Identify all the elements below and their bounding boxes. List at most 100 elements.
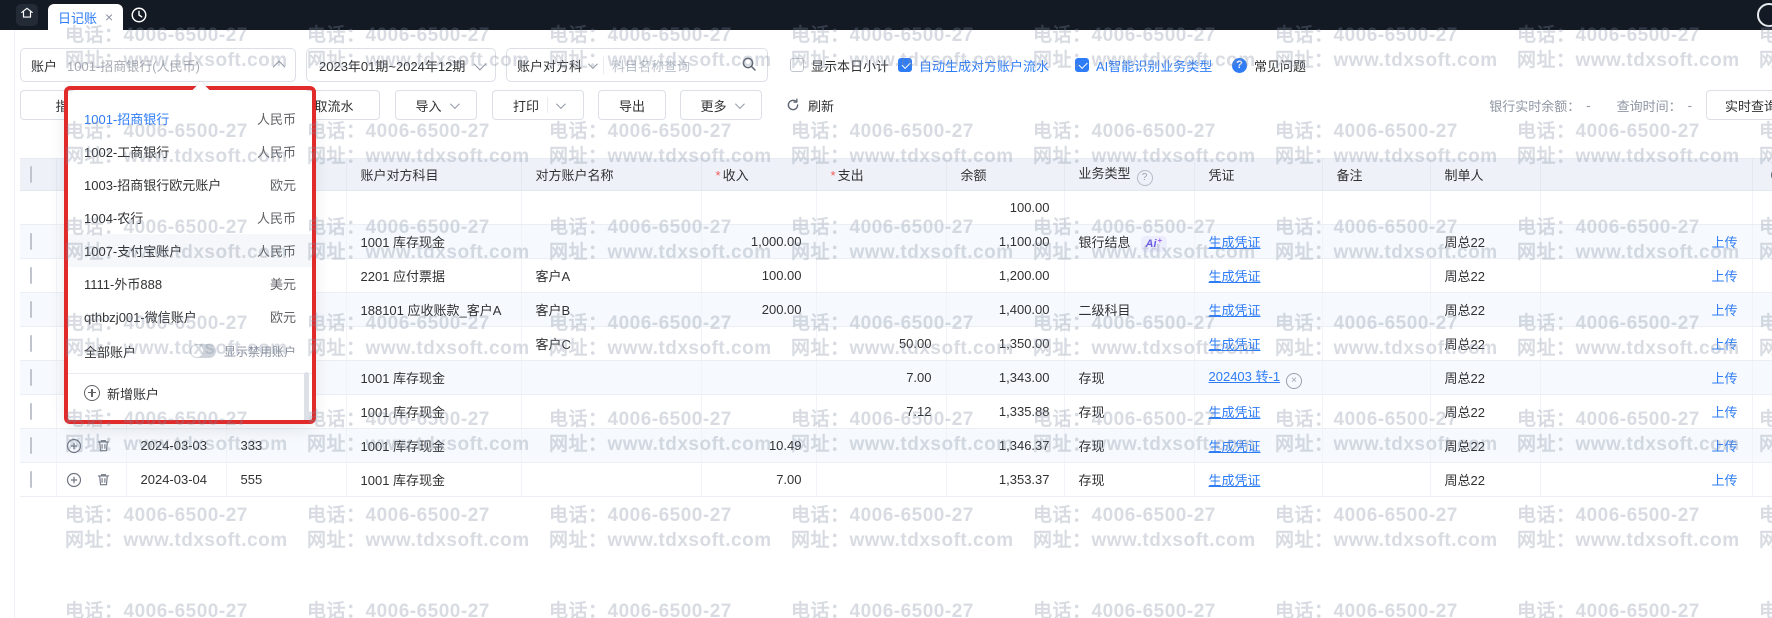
cell-upload: 上传 xyxy=(1540,361,1752,395)
checkbox-ai-type[interactable]: AI智能识别业务类型 xyxy=(1075,48,1212,82)
account-option-4[interactable]: 1007-支付宝账户人民币 xyxy=(68,234,312,267)
generate-voucher-link[interactable]: 生成凭证 xyxy=(1209,405,1261,420)
watermark-phone: 电话：4006-6500-27 xyxy=(791,500,974,527)
cell-subject: 1001 库存现金 xyxy=(346,361,521,395)
realtime-query-button[interactable]: 实时查询 xyxy=(1706,90,1772,120)
row-checkbox[interactable] xyxy=(30,369,32,386)
cell-maker: 周总22 xyxy=(1430,463,1540,497)
all-accounts-row[interactable]: 全部账户 显示禁用账户 xyxy=(68,333,312,369)
cell-counterparty xyxy=(521,429,701,463)
account-option-1[interactable]: 1002-工商银行人民币 xyxy=(68,135,312,168)
business-type-value: 存现 xyxy=(1079,473,1105,488)
required-asterisk: * xyxy=(831,168,836,183)
upload-attachment-link[interactable]: 上传 xyxy=(1711,269,1737,284)
remove-voucher-icon[interactable]: × xyxy=(1286,373,1302,389)
faq-link[interactable]: ? 常见问题 xyxy=(1232,48,1306,82)
chevron-down-icon[interactable] xyxy=(556,99,566,109)
search-icon[interactable] xyxy=(741,56,757,75)
search-field-select[interactable]: 账户对方科 xyxy=(517,56,582,75)
cell-remark xyxy=(1322,327,1430,361)
cell-biztype: 存现 xyxy=(1064,463,1194,497)
business-type-value: 二级科目 xyxy=(1079,303,1131,318)
upload-attachment-link[interactable]: 上传 xyxy=(1711,405,1737,420)
cell-upload: 上传 xyxy=(1540,293,1752,327)
cell-check xyxy=(20,429,56,463)
cell-maker: 周总22 xyxy=(1430,259,1540,293)
home-button[interactable] xyxy=(16,4,38,26)
cell-upload: 上传 xyxy=(1540,327,1752,361)
cell-check xyxy=(20,191,56,225)
generate-voucher-link[interactable]: 生成凭证 xyxy=(1209,337,1261,352)
watermark-phone: 电话：4006-6500-27 xyxy=(1033,596,1216,618)
cell-upload: 上传 xyxy=(1540,463,1752,497)
cell-gear xyxy=(1752,191,1772,225)
upload-attachment-link[interactable]: 上传 xyxy=(1711,371,1737,386)
account-option-2[interactable]: 1003-招商银行欧元账户欧元 xyxy=(68,168,312,201)
show-disabled-toggle[interactable] xyxy=(190,344,216,358)
row-checkbox[interactable] xyxy=(30,335,32,352)
cell-expense: 50.00 xyxy=(816,327,946,361)
dropdown-scrollbar[interactable] xyxy=(304,372,309,424)
account-option-5[interactable]: 1111-外币888美元 xyxy=(68,267,312,300)
tab-journal[interactable]: 日记账 × xyxy=(48,4,123,30)
watermark-phone: 电话：4006-6500-27 xyxy=(65,596,248,618)
row-checkbox[interactable] xyxy=(30,267,32,284)
help-circle-icon[interactable]: ? xyxy=(1137,170,1153,186)
export-button[interactable]: 导出 xyxy=(598,90,666,120)
generate-voucher-link[interactable]: 生成凭证 xyxy=(1209,439,1261,454)
account-option-6[interactable]: qthbzj001-微信账户欧元 xyxy=(68,300,312,333)
row-checkbox[interactable] xyxy=(30,403,32,420)
print-button[interactable]: 打印 xyxy=(492,90,584,120)
upload-attachment-link[interactable]: 上传 xyxy=(1711,337,1737,352)
account-option-3[interactable]: 1004-农行人民币 xyxy=(68,201,312,234)
generate-voucher-link[interactable]: 生成凭证 xyxy=(1209,269,1261,284)
checkbox-icon[interactable] xyxy=(790,58,804,72)
row-checkbox[interactable] xyxy=(30,233,32,250)
upload-attachment-link[interactable]: 上传 xyxy=(1711,235,1737,250)
select-all-checkbox[interactable] xyxy=(30,166,32,183)
cell-counterparty xyxy=(521,463,701,497)
tab-close-icon[interactable]: × xyxy=(105,10,113,24)
delete-row-trash-icon[interactable] xyxy=(95,437,113,455)
add-row-icon[interactable] xyxy=(65,437,83,455)
column-header-check xyxy=(20,159,56,191)
add-row-icon[interactable] xyxy=(65,471,83,489)
cell-check xyxy=(20,395,56,429)
column-header-remark: 备注 xyxy=(1322,159,1430,191)
period-select[interactable]: 2023年01期~2024年12期 xyxy=(306,48,496,82)
account-option-0[interactable]: 1001-招商银行人民币 xyxy=(68,102,312,135)
button-label: 打印 xyxy=(513,96,539,115)
add-account-button[interactable]: 新增账户 xyxy=(68,373,312,412)
row-checkbox[interactable] xyxy=(30,301,32,318)
search-input[interactable]: 科目名称查询 xyxy=(612,56,735,75)
cell-upload: 上传 xyxy=(1540,395,1752,429)
row-checkbox[interactable] xyxy=(30,437,32,454)
checkbox-daily-subtotal[interactable]: 显示本日小计 xyxy=(790,48,889,82)
watermark-phone: 电话：4006-6500-27 xyxy=(549,500,732,527)
subject-search-box[interactable]: 账户对方科 科目名称查询 xyxy=(506,48,768,82)
cell-expense xyxy=(816,225,946,259)
import-button[interactable]: 导入 xyxy=(395,90,477,120)
balance-value: - xyxy=(1586,98,1590,113)
upload-attachment-link[interactable]: 上传 xyxy=(1711,473,1737,488)
faq-label: 常见问题 xyxy=(1254,56,1306,75)
delete-row-trash-icon[interactable] xyxy=(95,471,113,489)
watermark-site: 网址：www.tdxsoft.com xyxy=(1759,525,1772,552)
generate-voucher-link[interactable]: 生成凭证 xyxy=(1209,473,1261,488)
checkbox-checked-icon[interactable] xyxy=(1075,58,1089,72)
refresh-button[interactable]: 刷新 xyxy=(772,90,848,120)
generate-voucher-link[interactable]: 生成凭证 xyxy=(1209,303,1261,318)
cell-balance: 1,100.00 xyxy=(946,225,1064,259)
history-icon[interactable] xyxy=(130,6,148,24)
voucher-number-link[interactable]: 202403 转-1 xyxy=(1209,369,1281,384)
generate-voucher-link[interactable]: 生成凭证 xyxy=(1209,235,1261,250)
watermark-phone: 电话：4006-6500-27 xyxy=(549,116,732,143)
upload-attachment-link[interactable]: 上传 xyxy=(1711,439,1737,454)
cell-remark xyxy=(1322,293,1430,327)
checkbox-checked-icon[interactable] xyxy=(898,58,912,72)
row-checkbox[interactable] xyxy=(30,471,32,488)
upload-attachment-link[interactable]: 上传 xyxy=(1711,303,1737,318)
checkbox-auto-flow[interactable]: 自动生成对方账户流水 xyxy=(898,48,1049,82)
more-button[interactable]: 更多 xyxy=(680,90,762,120)
account-select[interactable]: 账户 1001-招商银行(人民币) xyxy=(20,48,296,82)
